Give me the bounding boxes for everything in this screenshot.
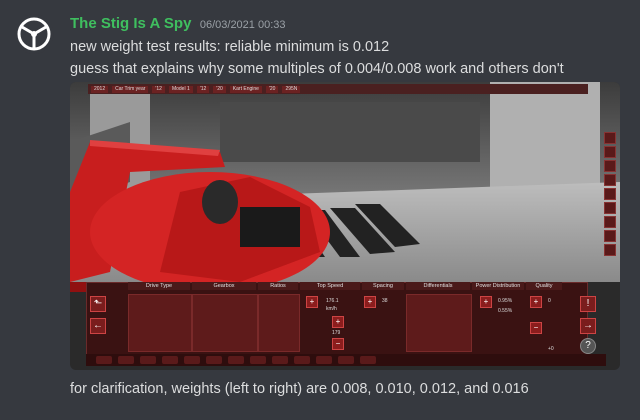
right-arrow-icon[interactable]: → <box>580 318 596 334</box>
tool-icon[interactable] <box>604 188 616 200</box>
top-speed-increase-button[interactable]: + <box>306 296 318 308</box>
quality-increase-button[interactable]: + <box>530 296 542 308</box>
tool-icon[interactable] <box>604 132 616 144</box>
quality-value-2: +0 <box>548 346 554 352</box>
message-line-2: guess that explains why some multiples o… <box>70 61 564 77</box>
left-arrow-icon[interactable]: ← <box>90 318 106 334</box>
tool-icon[interactable] <box>604 216 616 228</box>
column-drive-type: Drive Type <box>128 282 190 290</box>
brakes-icon[interactable] <box>228 356 244 364</box>
help-icon[interactable]: ? <box>580 338 596 354</box>
interior-icon[interactable] <box>250 356 266 364</box>
tool-icon[interactable] <box>604 230 616 242</box>
bottom-nav-bar <box>86 354 606 366</box>
differentials-selector[interactable] <box>406 294 472 352</box>
screenshot-embed[interactable]: 2012 Car Trim year '12 Model 1 '12 '20 K… <box>70 82 620 370</box>
ratios-selector[interactable] <box>258 294 300 352</box>
gauge-icon[interactable] <box>272 356 288 364</box>
back-icon[interactable]: ⬑ <box>90 296 106 312</box>
tool-icon[interactable] <box>604 146 616 158</box>
drivetrain-icon[interactable] <box>162 356 178 364</box>
username[interactable]: The Stig Is A Spy <box>70 15 191 32</box>
test-icon[interactable] <box>316 356 332 364</box>
column-top-speed: Top Speed <box>300 282 360 290</box>
tool-icon[interactable] <box>604 202 616 214</box>
tool-icon[interactable] <box>604 174 616 186</box>
results-icon[interactable] <box>338 356 354 364</box>
model-field[interactable]: Model 1 <box>168 85 193 93</box>
column-spacing: Spacing <box>362 282 404 290</box>
trim-field[interactable]: Car Trim year <box>112 85 149 93</box>
tyres-icon[interactable] <box>206 356 222 364</box>
power-distribution-value-1: 0.95% <box>498 298 513 304</box>
suspension-icon[interactable] <box>140 356 156 364</box>
power-distribution-button[interactable]: + <box>480 296 492 308</box>
top-speed-unit: km/h <box>326 306 337 312</box>
engine-field[interactable]: Kart Engine <box>229 85 262 93</box>
spacing-increase-button[interactable]: + <box>364 296 376 308</box>
top-speed-value-2: 179 <box>332 330 341 336</box>
column-quality: Quality <box>526 282 562 290</box>
timestamp: 06/03/2021 00:33 <box>199 19 286 31</box>
column-power-distribution: Power Distribution <box>472 282 524 290</box>
warning-icon[interactable]: ! <box>580 296 596 312</box>
message-header: The Stig Is A Spy 06/03/2021 00:33 <box>70 15 286 33</box>
top-speed-minus-button[interactable]: − <box>332 338 344 350</box>
settings-icon[interactable] <box>294 356 310 364</box>
message-line-1: new weight test results: reliable minimu… <box>70 39 390 55</box>
year4-field: '20 <box>265 85 279 93</box>
tool-icon[interactable] <box>604 160 616 172</box>
car-icon[interactable] <box>96 356 112 364</box>
gearbox-selector[interactable] <box>192 294 258 352</box>
check-icon[interactable] <box>360 356 376 364</box>
quality-value: 0 <box>548 298 551 304</box>
engine-icon[interactable] <box>184 356 200 364</box>
year3-field: '20 <box>213 85 226 93</box>
quality-decrease-button[interactable]: − <box>530 322 542 334</box>
top-speed-plus-button[interactable]: + <box>332 316 344 328</box>
year2-field: '12 <box>196 85 210 93</box>
power-field: 295N <box>282 85 301 93</box>
drive-type-selector[interactable] <box>128 294 192 352</box>
user-avatar[interactable] <box>14 14 54 54</box>
spacing-value: 38 <box>382 298 388 304</box>
column-ratios: Ratios <box>258 282 298 290</box>
column-gearbox: Gearbox <box>192 282 256 290</box>
top-speed-value: 176.1 <box>326 298 339 304</box>
power-distribution-value-2: 0.55% <box>498 308 513 314</box>
model-year-field: '12 <box>152 85 165 93</box>
tool-icon[interactable] <box>604 244 616 256</box>
game-top-bar: 2012 Car Trim year '12 Model 1 '12 '20 K… <box>88 84 588 94</box>
right-toolbar <box>604 132 616 256</box>
year-field[interactable]: 2012 <box>91 85 109 93</box>
followup-message: for clarification, weights (left to righ… <box>70 381 529 397</box>
column-differentials: Differentials <box>406 282 470 290</box>
chassis-icon[interactable] <box>118 356 134 364</box>
